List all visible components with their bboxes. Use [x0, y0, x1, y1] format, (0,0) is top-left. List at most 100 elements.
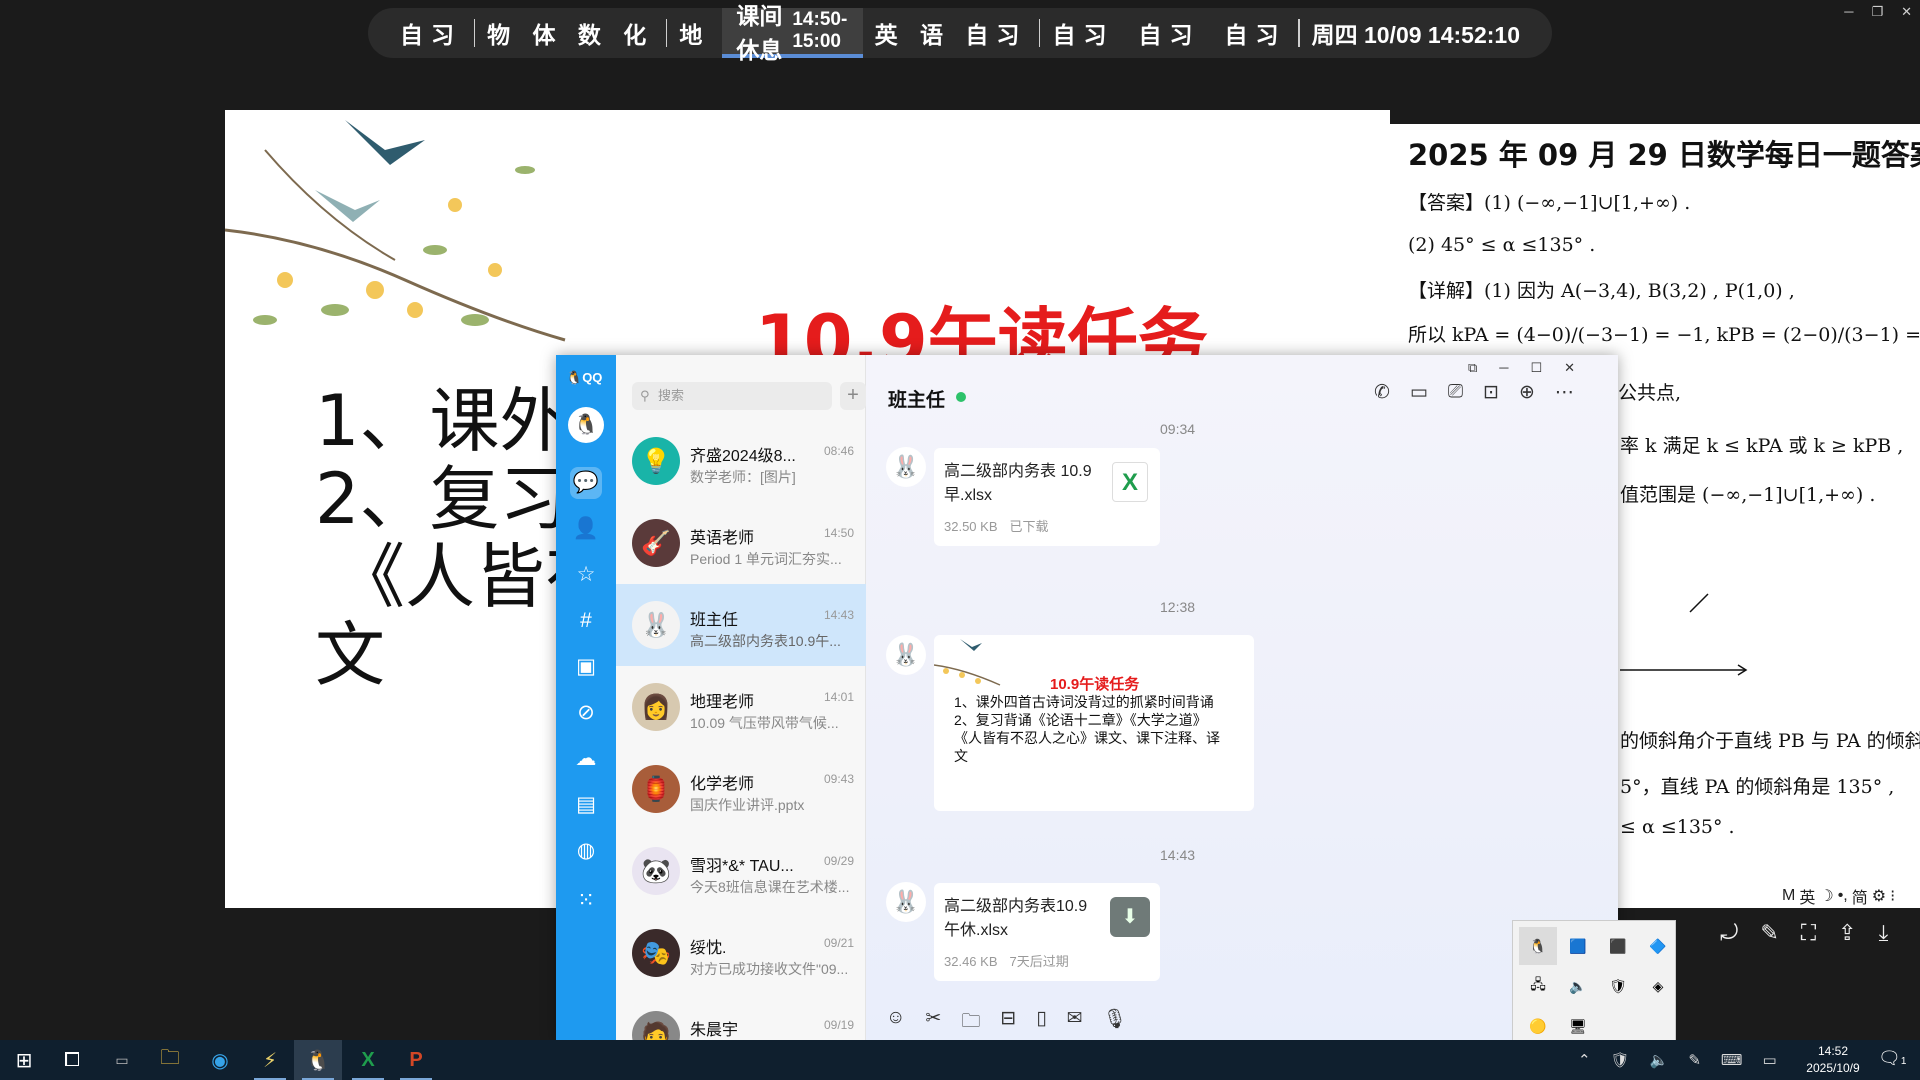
folder-icon[interactable]: 🗀: [961, 1007, 980, 1039]
select-icon[interactable]: ⛶: [1801, 920, 1816, 946]
download-icon[interactable]: ⤓: [1879, 920, 1889, 946]
video-call-icon[interactable]: ▭: [1410, 381, 1428, 404]
taskbar-clock[interactable]: 14:52 2025/10/9: [1788, 1043, 1878, 1077]
app-tray-icon[interactable]: 🔷: [1639, 927, 1677, 965]
volume-icon[interactable]: 🔈: [1650, 1051, 1669, 1069]
image-icon[interactable]: ⊟: [1000, 1007, 1016, 1039]
file-size: 32.50 KB: [944, 519, 998, 534]
sender-avatar[interactable]: 🐰: [886, 635, 926, 675]
close-icon[interactable]: ✕: [1901, 4, 1912, 20]
document-line: 公共点,: [1618, 382, 1682, 404]
apps-icon[interactable]: ⁙: [570, 885, 602, 917]
ime-punctuation-icon[interactable]: •,: [1838, 887, 1848, 905]
conversation-item[interactable]: 🏮 化学老师 09:43 国庆作业讲评.pptx: [616, 748, 866, 830]
conversation-name: 班主任: [690, 612, 739, 629]
shake-icon[interactable]: ▯: [1036, 1007, 1046, 1039]
pen-icon[interactable]: ✎: [1688, 1051, 1701, 1069]
screenshot-icon[interactable]: ✂: [925, 1007, 941, 1039]
file-message[interactable]: 高二级部内务表 10.9早.xlsx X 32.50 KB 已下载: [934, 448, 1160, 546]
excel-icon[interactable]: X: [344, 1040, 392, 1080]
remote-assist-icon[interactable]: ⊡: [1483, 381, 1499, 404]
file-name: 高二级部内务表 10.9早.xlsx: [944, 463, 1092, 504]
sender-avatar[interactable]: 🐰: [886, 882, 926, 922]
ime-halfwidth-icon[interactable]: ☽: [1819, 886, 1833, 906]
network-tray-icon[interactable]: 🖧: [1519, 967, 1557, 1005]
conversation-avatar: 🧑: [632, 1011, 680, 1041]
add-member-icon[interactable]: ⊕: [1519, 381, 1535, 404]
sender-avatar[interactable]: 🐰: [886, 447, 926, 487]
conversation-item[interactable]: 🎭 绥忱. 09/21 对方已成功接收文件"09...: [616, 912, 866, 994]
minimize-icon[interactable]: ─: [1844, 4, 1853, 20]
file-explorer-icon[interactable]: 🗀: [146, 1040, 194, 1080]
search-input[interactable]: 搜索: [632, 382, 832, 410]
file-meta: 32.46 KB 7天后过期: [944, 951, 1069, 970]
pen-icon[interactable]: ✎: [1760, 920, 1778, 946]
keyboard-icon[interactable]: ⌨: [1721, 1051, 1743, 1069]
minimize-icon[interactable]: ─: [1499, 360, 1508, 376]
conversation-preview: 10.09 气压带风带气候...: [690, 715, 839, 731]
ime-simplified-toggle[interactable]: 简: [1852, 884, 1868, 908]
more-icon[interactable]: ⋯: [1555, 381, 1574, 404]
favorites-icon[interactable]: ☆: [570, 559, 602, 591]
add-button[interactable]: +: [840, 382, 866, 410]
conversation-item[interactable]: 👩 地理老师 14:01 10.09 气压带风带气候...: [616, 666, 866, 748]
ime-language-toggle[interactable]: 英: [1799, 884, 1815, 908]
security-icon[interactable]: 🛡: [1611, 1051, 1630, 1069]
conversation-item[interactable]: 💡 齐盛2024级8... 08:46 数学老师：[图片]: [616, 420, 866, 502]
cloud-icon[interactable]: ☁: [570, 743, 602, 775]
conversation-avatar: 🎸: [632, 519, 680, 567]
task-view-icon[interactable]: ⧠: [48, 1040, 96, 1080]
ime-settings-icon[interactable]: ⚙: [1872, 886, 1886, 906]
start-icon[interactable]: ⊞: [0, 1040, 48, 1080]
conversation-item[interactable]: 🎸 英语老师 14:50 Period 1 单元词汇夯实...: [616, 502, 866, 584]
conversation-preview: 国庆作业讲评.pptx: [690, 797, 805, 813]
link-icon[interactable]: ⊘: [570, 697, 602, 729]
display-icon[interactable]: ▭: [1763, 1051, 1777, 1069]
conversation-preview: 今天8班信息课在艺术楼...: [690, 879, 850, 895]
file-message[interactable]: 高二级部内务表10.9午休.xlsx ⬇ 32.46 KB 7天后过期: [934, 883, 1160, 981]
maximize-icon[interactable]: ☐: [1531, 360, 1543, 376]
qq-taskbar-icon[interactable]: 🐧: [294, 1040, 342, 1080]
contacts-icon[interactable]: 👤: [570, 513, 602, 545]
rotate-icon[interactable]: ⤾: [1720, 920, 1738, 946]
pin-icon[interactable]: ⧉: [1468, 360, 1477, 376]
show-hidden-icons-chevron-icon[interactable]: ⌃: [1578, 1051, 1591, 1069]
restore-icon[interactable]: ❐: [1871, 4, 1883, 20]
image-message[interactable]: 10.9午读任务 1、课外四首古诗词没背过的抓紧时间背诵 2、复习背诵《论语十二…: [934, 635, 1254, 811]
app-tray-icon[interactable]: 🟦: [1559, 927, 1597, 965]
document-line: 【详解】(1) 因为 A(−3,4), B(3,2) , P(1,0) ,: [1408, 280, 1795, 302]
microphone-icon[interactable]: 🎙: [1103, 1007, 1127, 1039]
ime-mode-icon[interactable]: M: [1782, 887, 1795, 905]
conversation-avatar: 🐰: [632, 601, 680, 649]
edge-icon[interactable]: ◉: [196, 1040, 244, 1080]
app-tray-icon[interactable]: ⬛: [1599, 927, 1637, 965]
speaker-tray-icon[interactable]: 🔈: [1559, 967, 1597, 1005]
screen-share-icon[interactable]: ⎚: [1448, 381, 1463, 404]
message-icon[interactable]: 💬: [570, 467, 602, 499]
ime-more-icon[interactable]: ⁝: [1890, 886, 1895, 906]
conversation-item[interactable]: 🐼 雪羽*&* TAU... 09/29 今天8班信息课在艺术楼...: [616, 830, 866, 912]
conversation-item[interactable]: 🧑 朱晨宇 09/19: [616, 994, 866, 1041]
powerpoint-icon[interactable]: P: [392, 1040, 440, 1080]
conversation-item-active[interactable]: 🐰 班主任 14:43 高二级部内务表10.9午...: [616, 584, 866, 666]
app-taskbar-icon[interactable]: ⚡: [246, 1040, 294, 1080]
app-taskbar-icon[interactable]: ▭: [98, 1040, 146, 1080]
notification-icon[interactable]: 🗨1: [1878, 1048, 1906, 1069]
security-tray-icon[interactable]: 🛡: [1599, 967, 1637, 1005]
photo-icon[interactable]: ▣: [570, 651, 602, 683]
voice-call-icon[interactable]: ✆: [1374, 381, 1390, 404]
emoji-icon[interactable]: ☺: [886, 1007, 905, 1039]
download-icon[interactable]: ⬇: [1110, 897, 1150, 937]
planet-icon[interactable]: ◍: [570, 835, 602, 867]
app-tray-icon[interactable]: ◈: [1639, 967, 1677, 1005]
share-icon[interactable]: ⇪: [1838, 920, 1856, 946]
channel-icon[interactable]: #: [570, 605, 602, 637]
qq-tray-icon[interactable]: 🐧: [1519, 927, 1557, 965]
conversation-list: 搜索 ⚲ + 💡 齐盛2024级8... 08:46 数学老师：[图片] 🎸 英…: [616, 355, 866, 1041]
close-icon[interactable]: ✕: [1564, 360, 1575, 376]
files-icon[interactable]: ▤: [570, 789, 602, 821]
red-packet-icon[interactable]: ✉: [1067, 1007, 1083, 1039]
user-avatar[interactable]: 🐧: [568, 407, 604, 443]
image-text-line: 1、课外四首古诗词没背过的抓紧时间背诵: [954, 694, 1214, 710]
conversation-time: 14:01: [823, 690, 854, 704]
